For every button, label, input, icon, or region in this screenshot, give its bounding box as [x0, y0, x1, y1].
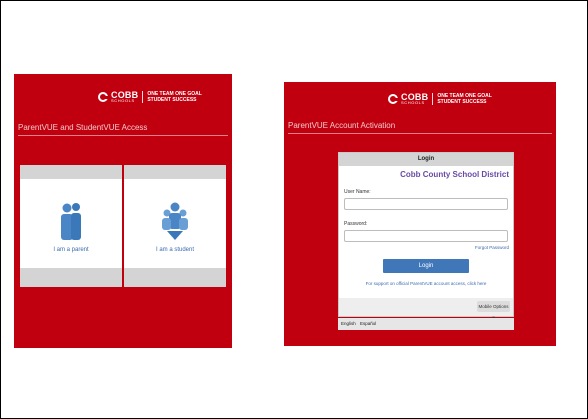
- mobile-options-button[interactable]: Mobile Options ▾: [477, 301, 510, 320]
- page-title: ParentVUE Account Activation: [288, 121, 396, 130]
- language-espanol[interactable]: Español: [360, 321, 376, 326]
- brand-tagline-2: STUDENT SUCCESS: [147, 97, 197, 103]
- student-link[interactable]: I am a student: [124, 247, 226, 253]
- cobb-logo: COBB SCHOOLS ONE TEAM ONE GOAL STUDENT S…: [98, 91, 202, 103]
- access-portal-panel: COBB SCHOOLS ONE TEAM ONE GOAL STUDENT S…: [14, 74, 232, 348]
- forgot-password-link[interactable]: Forgot Password: [475, 245, 509, 250]
- brand-tagline-2: STUDENT SUCCESS: [437, 99, 487, 105]
- login-heading: Login: [339, 153, 513, 166]
- title-divider: [288, 133, 552, 134]
- student-choice-card[interactable]: I am a student: [124, 165, 226, 287]
- login-button[interactable]: Login: [383, 259, 469, 273]
- cobb-logo-mark-icon: [388, 94, 398, 104]
- support-link[interactable]: For support on official ParentVUE accoun…: [339, 281, 513, 286]
- card-header: [124, 165, 226, 179]
- language-bar: English Español: [338, 318, 514, 330]
- parent-choice-card[interactable]: I am a parent: [20, 165, 122, 287]
- parent-icon: [61, 203, 81, 240]
- parent-link[interactable]: I am a parent: [20, 247, 122, 253]
- page-title: ParentVUE and StudentVUE Access: [18, 123, 148, 132]
- login-form: Login Cobb County School District User N…: [338, 152, 514, 320]
- password-label: Password:: [344, 221, 368, 227]
- brand-sub: SCHOOLS: [401, 100, 425, 105]
- card-footer: [124, 268, 226, 287]
- cobb-logo: COBB SCHOOLS ONE TEAM ONE GOAL STUDENT S…: [388, 93, 492, 105]
- brand-sub: SCHOOLS: [111, 98, 135, 103]
- activation-panel: COBB SCHOOLS ONE TEAM ONE GOAL STUDENT S…: [284, 82, 556, 346]
- card-footer: [20, 268, 122, 287]
- student-icon: [162, 202, 188, 240]
- password-input[interactable]: [344, 230, 508, 242]
- card-header: [20, 165, 122, 179]
- district-name: Cobb County School District: [400, 170, 509, 179]
- mobile-options-bar: Mobile Options ▾: [339, 298, 513, 320]
- username-input[interactable]: [344, 198, 508, 210]
- language-english[interactable]: English: [341, 321, 356, 326]
- title-divider: [18, 135, 228, 136]
- username-label: User Name:: [344, 189, 371, 195]
- cobb-logo-mark-icon: [98, 92, 108, 102]
- brand-separator: [432, 93, 434, 105]
- mobile-options-label: Mobile Options: [478, 304, 509, 309]
- brand-separator: [142, 91, 144, 103]
